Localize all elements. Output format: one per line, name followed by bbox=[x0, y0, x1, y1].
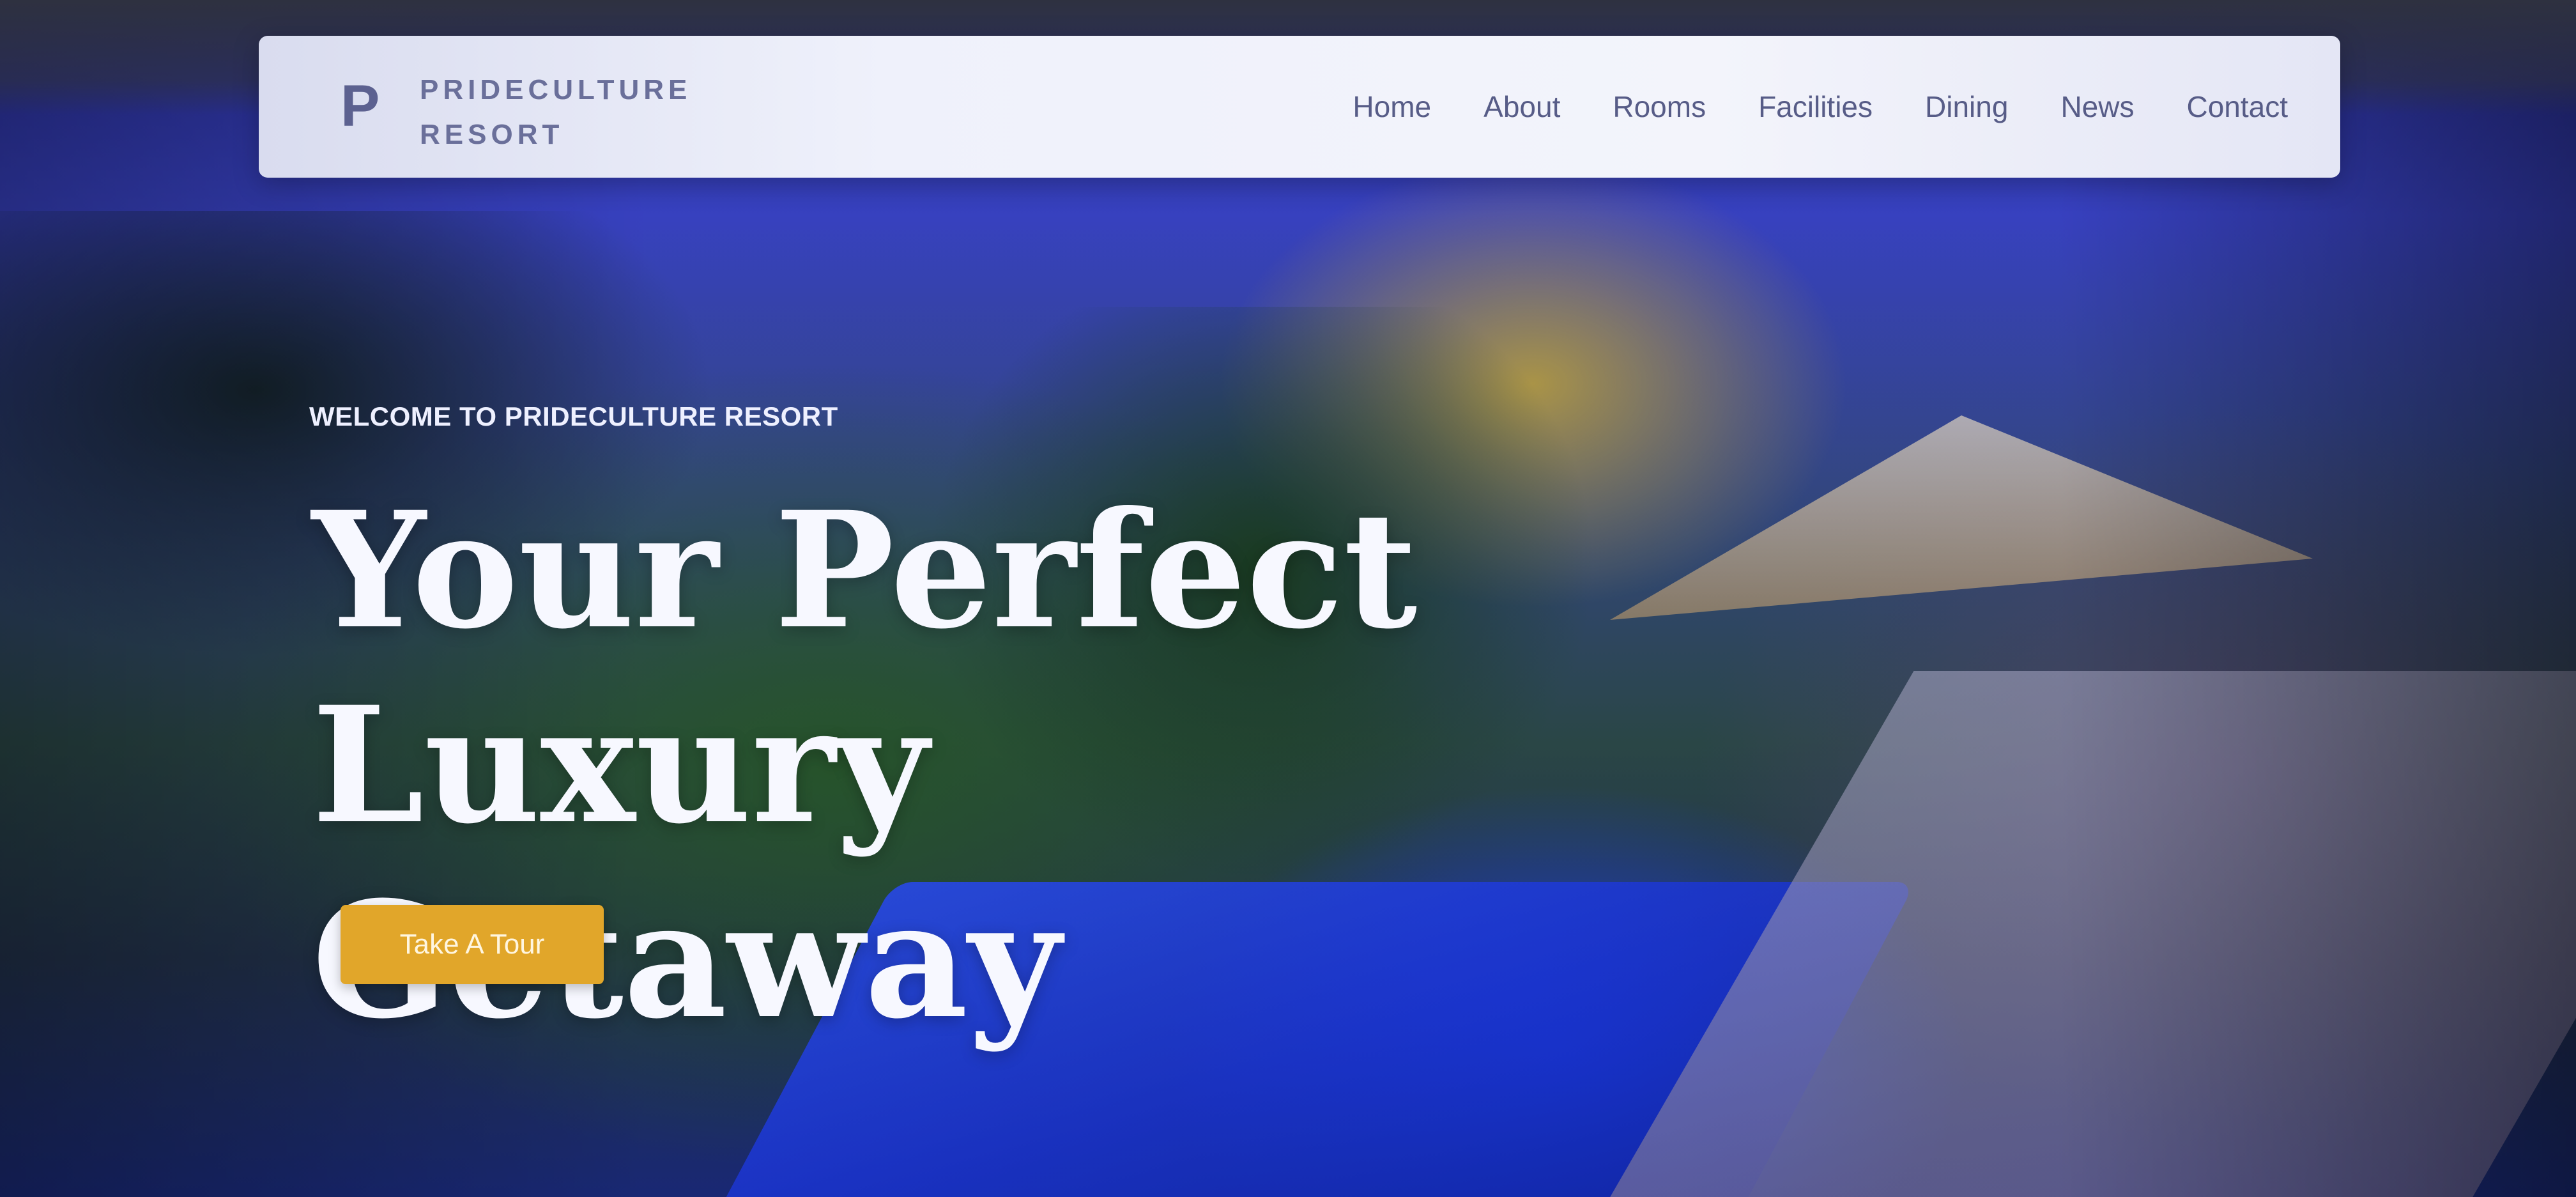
hero-eyebrow: WELCOME TO PRIDECULTURE RESORT bbox=[309, 401, 838, 431]
brand-name-line1: PRIDECULTURE bbox=[420, 74, 692, 105]
nav-link-home[interactable]: Home bbox=[1353, 89, 1431, 124]
nav-link-contact[interactable]: Contact bbox=[2186, 89, 2288, 124]
nav-link-about[interactable]: About bbox=[1483, 89, 1560, 124]
nav-link-rooms[interactable]: Rooms bbox=[1613, 89, 1706, 124]
take-a-tour-button[interactable]: Take A Tour bbox=[341, 905, 604, 984]
nav-link-facilities[interactable]: Facilities bbox=[1758, 89, 1873, 124]
navbar: P PRIDECULTURE RESORT Home About Rooms F… bbox=[259, 36, 2340, 178]
nav-link-news[interactable]: News bbox=[2060, 89, 2134, 124]
logo-mark[interactable]: P bbox=[341, 77, 379, 135]
resort-landing-page: P PRIDECULTURE RESORT Home About Rooms F… bbox=[0, 0, 2576, 1197]
hero-headline-line1: Your Perfect bbox=[312, 476, 1418, 664]
nav-link-dining[interactable]: Dining bbox=[1925, 89, 2008, 124]
brand-name-line2: RESORT bbox=[420, 119, 564, 150]
hero-headline-line2: Luxury Getaway bbox=[312, 671, 1061, 1054]
main-nav: Home About Rooms Facilities Dining News … bbox=[1353, 36, 2288, 178]
brand-name[interactable]: PRIDECULTURE RESORT bbox=[420, 68, 691, 157]
